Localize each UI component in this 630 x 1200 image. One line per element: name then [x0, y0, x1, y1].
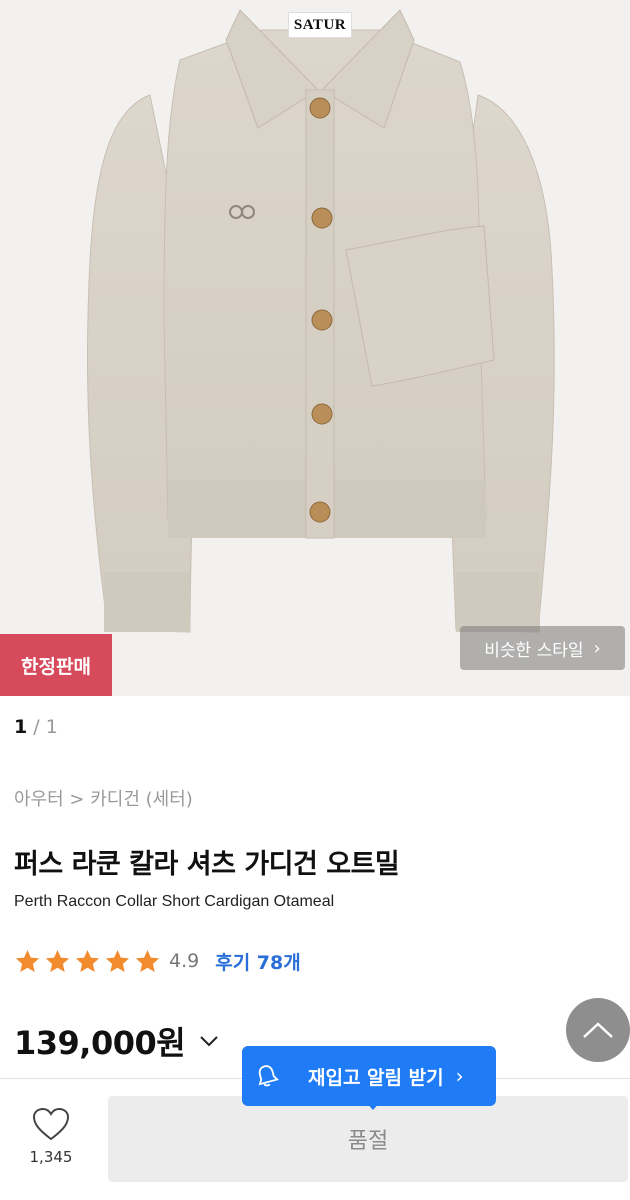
chevron-down-icon[interactable]	[199, 1035, 219, 1047]
limited-sale-badge: 한정판매	[0, 634, 112, 696]
wishlist-count: 1,345	[29, 1148, 73, 1166]
chevron-right-icon: ›	[455, 1064, 464, 1088]
similar-style-label: 비슷한 스타일	[484, 640, 584, 661]
cardigan-illustration	[86, 9, 555, 633]
price-row[interactable]: 139,000원	[14, 1018, 219, 1064]
brand-label: SATUR	[288, 12, 352, 38]
scroll-to-top-button[interactable]	[566, 998, 630, 1062]
star-icon	[45, 949, 70, 972]
product-title-english: Perth Raccon Collar Short Cardigan Otame…	[14, 893, 335, 910]
restock-tooltip-pointer	[364, 1100, 382, 1110]
pager-current: 1	[14, 716, 28, 738]
reviews-link[interactable]: 후기 78개	[215, 948, 301, 975]
category-breadcrumb[interactable]: 아우터 > 카디건 (세터)	[14, 785, 193, 811]
rating-row[interactable]: 4.9 후기 78개	[14, 945, 301, 977]
star-icon	[105, 949, 130, 972]
pager-total: 1	[45, 716, 58, 738]
heart-icon	[32, 1107, 70, 1141]
star-icon	[135, 949, 160, 972]
product-image[interactable]: SATUR 한정판매 비슷한 스타일 ›	[0, 0, 630, 696]
rating-score: 4.9	[169, 950, 200, 972]
star-icon	[75, 949, 100, 972]
star-icon	[15, 949, 40, 972]
rating-stars	[14, 948, 161, 975]
bell-icon	[258, 1065, 280, 1087]
restock-alert-button[interactable]: 재입고 알림 받기 ›	[242, 1046, 496, 1106]
chevron-right-icon: ›	[593, 637, 601, 659]
image-pager: 1 / 1	[14, 716, 58, 738]
wishlist-button[interactable]: 1,345	[14, 1106, 88, 1166]
pager-separator: /	[27, 716, 46, 738]
similar-style-button[interactable]: 비슷한 스타일 ›	[460, 626, 625, 670]
restock-alert-label: 재입고 알림 받기	[308, 1066, 444, 1089]
product-title: 퍼스 라쿤 칼라 셔츠 가디건 오트밀	[14, 849, 400, 880]
chevron-up-icon	[583, 1022, 613, 1038]
product-price: 139,000원	[14, 1024, 186, 1062]
